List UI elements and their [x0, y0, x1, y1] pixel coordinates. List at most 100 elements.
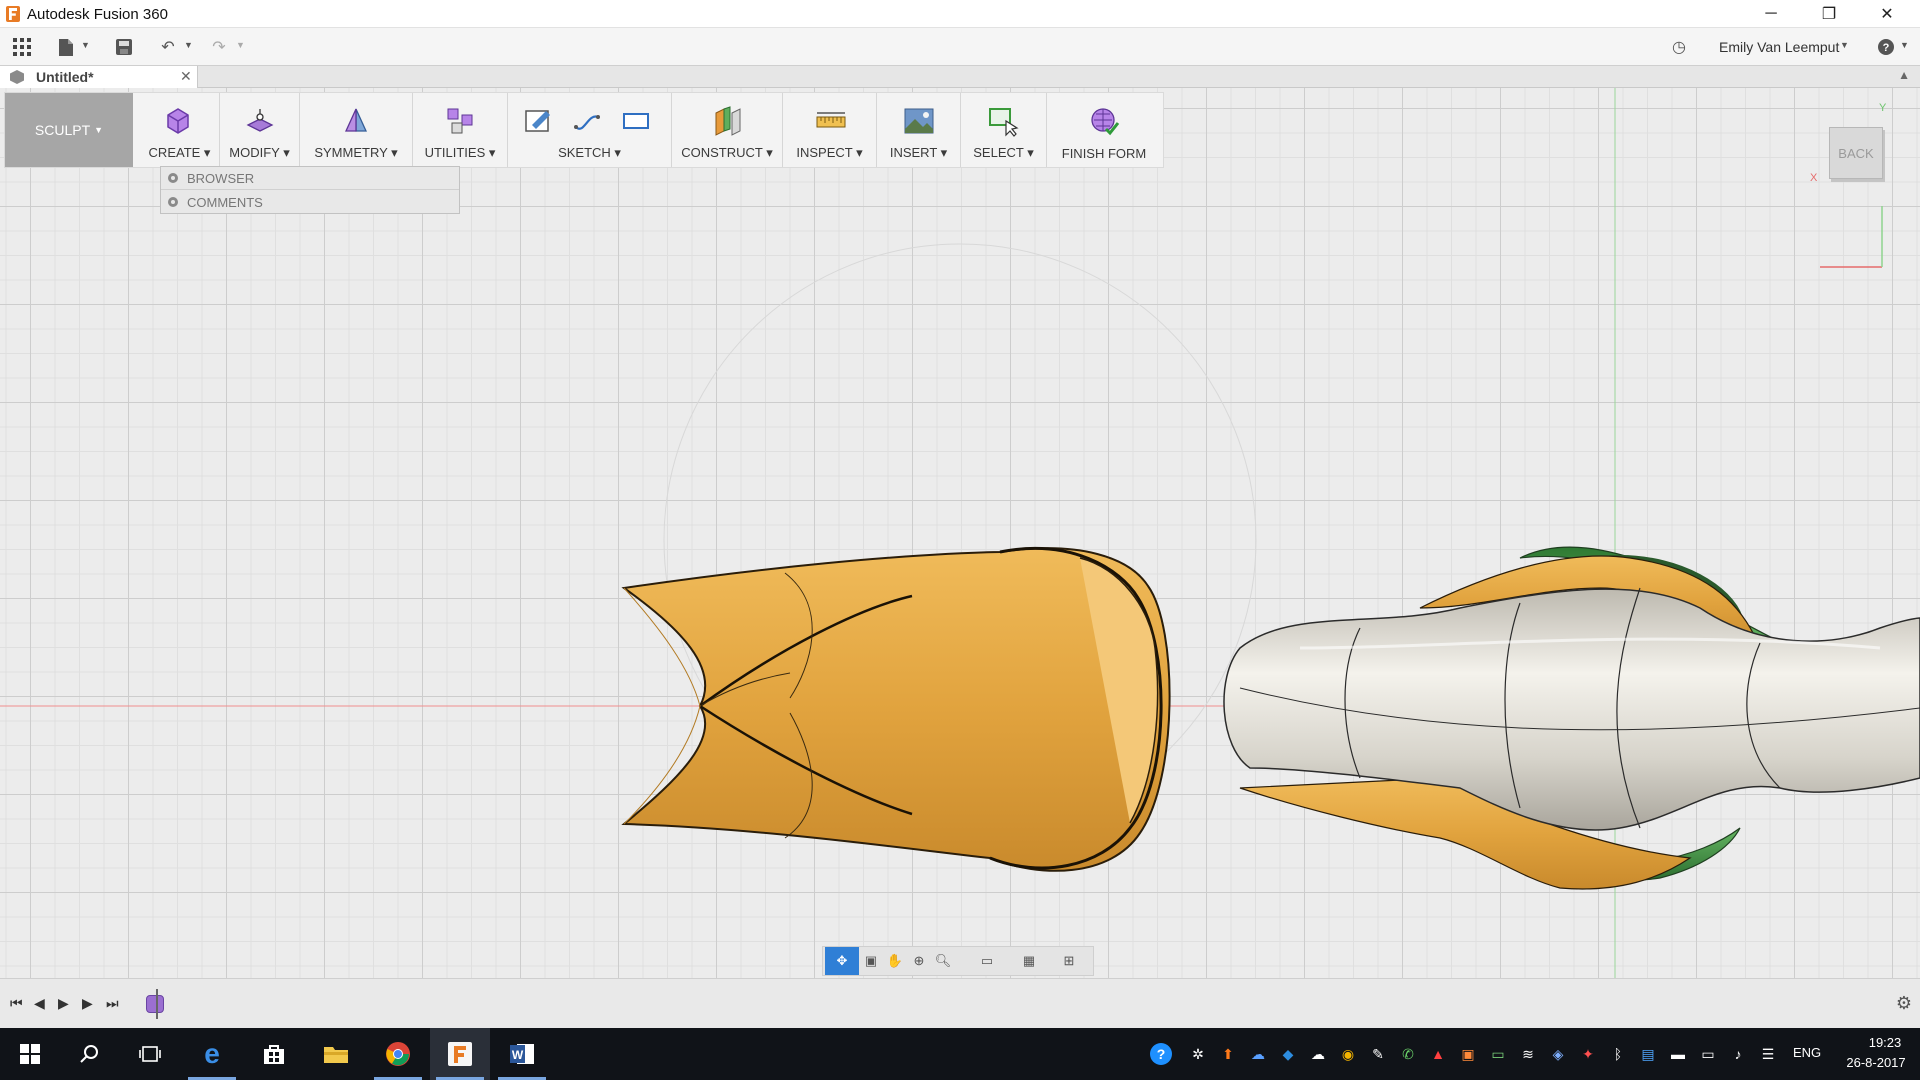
finish-form-button[interactable]: FINISH FORM — [1047, 93, 1161, 167]
timeline-settings-gear-icon[interactable]: ⚙ — [1896, 993, 1912, 1014]
3d-viewport[interactable]: X Y — [0, 88, 1920, 978]
close-window-button[interactable]: ✕ — [1858, 0, 1916, 28]
action-center-icon[interactable]: ☰ — [1757, 1043, 1779, 1065]
play-icon[interactable]: ▶ — [58, 995, 69, 1012]
dropbox-tray-icon[interactable]: ◆ — [1277, 1043, 1299, 1065]
insert-image-icon — [904, 108, 934, 134]
workspace-switcher[interactable]: SCULPT ▼ — [5, 93, 133, 167]
browser-row[interactable]: BROWSER — [161, 167, 459, 190]
finish-form-label: FINISH FORM — [1061, 146, 1147, 161]
clock-date[interactable]: 26-8-2017 — [1833, 1055, 1919, 1070]
acrobat-tray-icon[interactable]: ▲ — [1427, 1043, 1449, 1065]
sketch-label: SKETCH — [558, 145, 611, 160]
apps-grid-icon[interactable] — [12, 37, 32, 57]
utilities-menu[interactable]: UTILITIES ▾ — [413, 93, 508, 167]
axis-y-label: Y — [1879, 102, 1887, 114]
viewcube[interactable]: BACK — [1829, 127, 1883, 179]
inspect-menu[interactable]: INSPECT ▾ — [783, 93, 877, 167]
file-menu-caret-icon[interactable]: ▼ — [81, 40, 90, 50]
window-title: Autodesk Fusion 360 — [27, 6, 168, 23]
save-icon[interactable] — [114, 37, 134, 57]
create-menu[interactable]: CREATE ▾ — [140, 93, 220, 167]
chat-tray-icon[interactable]: ✆ — [1397, 1043, 1419, 1065]
network-drive-tray-icon[interactable]: ▤ — [1637, 1043, 1659, 1065]
file-icon[interactable] — [56, 37, 76, 57]
insert-menu[interactable]: INSERT ▾ — [877, 93, 961, 167]
grid-settings-icon[interactable]: ▦ — [1019, 951, 1039, 971]
timeline-marker[interactable] — [156, 989, 158, 1019]
norton-tray-icon[interactable]: ◉ — [1337, 1043, 1359, 1065]
bluetooth-tray-icon[interactable]: ᛒ — [1607, 1043, 1629, 1065]
select-menu[interactable]: SELECT ▾ — [961, 93, 1047, 167]
taskbar-file-explorer[interactable] — [306, 1028, 366, 1080]
title-bar: Autodesk Fusion 360 ─ ❐ ✕ — [0, 0, 1920, 28]
sketch-tray-icon[interactable]: ▭ — [1487, 1043, 1509, 1065]
undo-icon[interactable]: ↶ — [158, 37, 178, 57]
box-tray-icon[interactable]: ▣ — [1457, 1043, 1479, 1065]
ink-tray-icon[interactable]: ✎ — [1367, 1043, 1389, 1065]
search-icon — [80, 1045, 98, 1063]
job-status-icon[interactable]: ◷ — [1669, 37, 1689, 57]
pan-hand-icon[interactable]: ✋ — [885, 951, 905, 971]
clock-time[interactable]: 19:23 — [1855, 1035, 1915, 1050]
previous-icon[interactable]: ◀ — [34, 995, 45, 1012]
display-settings-icon[interactable]: ▭ — [977, 951, 997, 971]
sketch-menu[interactable]: SKETCH ▾ — [508, 93, 672, 167]
last-icon[interactable]: ⏭ — [106, 995, 119, 1012]
solidworks-tray-icon[interactable]: ✦ — [1577, 1043, 1599, 1065]
rectangle-icon — [623, 113, 649, 129]
taskbar-chrome[interactable] — [368, 1028, 428, 1080]
look-at-icon[interactable]: ▣ — [861, 951, 881, 971]
sync-tray-icon[interactable]: ☁ — [1307, 1043, 1329, 1065]
first-icon[interactable]: ⏮ — [10, 995, 23, 1012]
display-tray-icon[interactable]: ▬ — [1667, 1043, 1689, 1065]
taskbar-fusion360[interactable] — [430, 1028, 490, 1080]
search-button[interactable] — [60, 1028, 120, 1080]
minimize-button[interactable]: ─ — [1742, 0, 1800, 28]
gold-form-body[interactable] — [621, 547, 1171, 872]
document-tab[interactable]: Untitled* ✕ — [0, 66, 198, 88]
browser-label: BROWSER — [187, 171, 255, 186]
undo-caret-icon[interactable]: ▼ — [184, 40, 193, 50]
volume-tray-icon[interactable]: ♪ — [1727, 1043, 1749, 1065]
close-tab-icon[interactable]: ✕ — [180, 68, 192, 85]
settings-tray-icon[interactable]: ✲ — [1187, 1043, 1209, 1065]
expand-browser-icon[interactable] — [168, 173, 178, 183]
help-caret-icon[interactable]: ▼ — [1900, 40, 1909, 50]
orbit-icon[interactable]: ✥ — [825, 947, 859, 975]
user-name[interactable]: Emily Van Leemput — [1719, 39, 1839, 55]
comments-row[interactable]: COMMENTS — [161, 191, 459, 214]
next-icon[interactable]: ▶ — [82, 995, 93, 1012]
user-menu-caret-icon[interactable]: ▼ — [1840, 40, 1849, 50]
modify-label: MODIFY — [229, 145, 280, 160]
modify-menu[interactable]: MODIFY ▾ — [220, 93, 300, 167]
collapse-icon[interactable]: ▲ — [1898, 68, 1910, 82]
finish-form-icon — [1091, 108, 1120, 136]
help-icon[interactable]: ? — [1876, 37, 1896, 57]
taskbar-edge[interactable]: e — [182, 1028, 242, 1080]
model-canvas[interactable] — [0, 88, 1920, 978]
symmetry-menu[interactable]: SYMMETRY ▾ — [300, 93, 413, 167]
antivirus-tray-icon[interactable]: ◈ — [1547, 1043, 1569, 1065]
update-tray-icon[interactable]: ⬆ — [1217, 1043, 1239, 1065]
zoom-window-icon[interactable]: 🔍︎ — [933, 951, 953, 971]
task-view-icon — [139, 1046, 161, 1062]
input-language[interactable]: ENG — [1793, 1045, 1821, 1060]
redo-caret-icon[interactable]: ▼ — [236, 40, 245, 50]
expand-comments-icon[interactable] — [168, 197, 178, 207]
restore-button[interactable]: ❐ — [1800, 0, 1858, 28]
wifi-tray-icon[interactable]: ≋ — [1517, 1043, 1539, 1065]
start-button[interactable] — [0, 1028, 60, 1080]
redo-icon[interactable]: ↷ — [209, 37, 229, 57]
timeline-form-feature-icon[interactable] — [146, 995, 164, 1013]
onedrive-tray-icon[interactable]: ☁ — [1247, 1043, 1269, 1065]
viewports-icon[interactable]: ⊞ — [1059, 951, 1079, 971]
taskbar-store[interactable] — [244, 1028, 304, 1080]
battery-tray-icon[interactable]: ▭ — [1697, 1043, 1719, 1065]
task-view-button[interactable] — [120, 1028, 180, 1080]
help-tray-icon[interactable]: ? — [1150, 1043, 1172, 1065]
modify-icon — [246, 109, 274, 132]
construct-menu[interactable]: CONSTRUCT ▾ — [672, 93, 783, 167]
taskbar-word[interactable]: W — [492, 1028, 552, 1080]
zoom-icon[interactable]: ⊕ — [909, 951, 929, 971]
